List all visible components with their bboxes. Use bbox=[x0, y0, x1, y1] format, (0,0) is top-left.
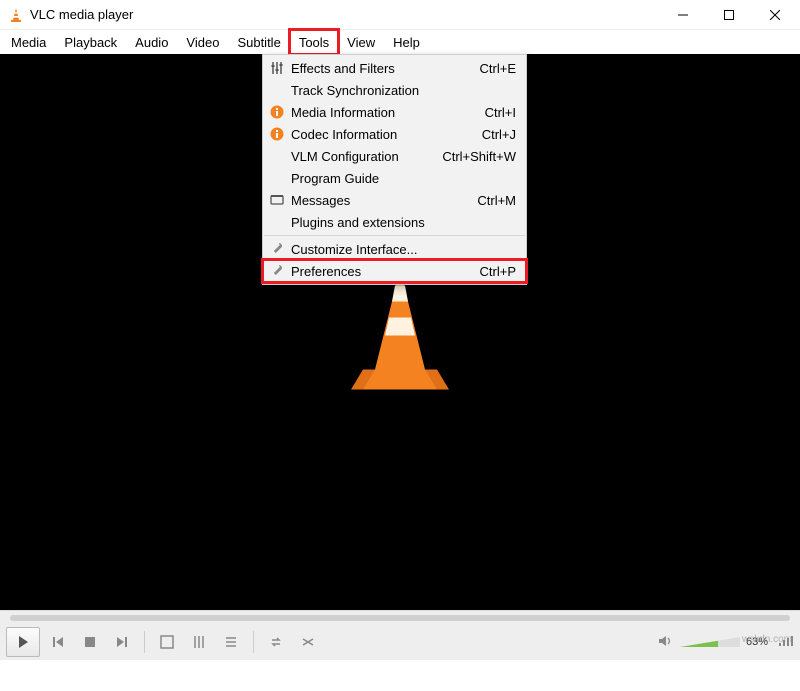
shuffle-button[interactable] bbox=[294, 629, 322, 655]
menu-label: Preferences bbox=[291, 264, 468, 279]
menu-label: VLM Configuration bbox=[291, 149, 430, 164]
menu-video[interactable]: Video bbox=[177, 30, 228, 54]
menu-help[interactable]: Help bbox=[384, 30, 429, 54]
menu-label: Media Information bbox=[291, 105, 473, 120]
extended-settings-button[interactable] bbox=[185, 629, 213, 655]
wrench-icon bbox=[263, 264, 291, 278]
tools-customize-interface[interactable]: Customize Interface... bbox=[263, 238, 526, 260]
sliders-icon bbox=[263, 61, 291, 75]
info-icon bbox=[263, 105, 291, 119]
stop-button[interactable] bbox=[76, 629, 104, 655]
maximize-button[interactable] bbox=[706, 0, 752, 30]
menu-separator bbox=[264, 235, 525, 236]
menu-label: Effects and Filters bbox=[291, 61, 468, 76]
volume-slider[interactable] bbox=[680, 635, 740, 649]
tools-vlm-config[interactable]: VLM Configuration Ctrl+Shift+W bbox=[263, 145, 526, 167]
mute-icon[interactable] bbox=[658, 634, 674, 651]
seekbar-area bbox=[0, 610, 800, 624]
menu-shortcut: Ctrl+I bbox=[473, 105, 516, 120]
menu-media[interactable]: Media bbox=[2, 30, 55, 54]
vlc-logo bbox=[345, 266, 455, 399]
tools-codec-info[interactable]: Codec Information Ctrl+J bbox=[263, 123, 526, 145]
messages-icon bbox=[263, 193, 291, 207]
tools-preferences[interactable]: Preferences Ctrl+P bbox=[263, 260, 526, 282]
tools-plugins[interactable]: Plugins and extensions bbox=[263, 211, 526, 233]
info-icon bbox=[263, 127, 291, 141]
next-button[interactable] bbox=[108, 629, 136, 655]
tools-effects-filters[interactable]: Effects and Filters Ctrl+E bbox=[263, 57, 526, 79]
menu-label: Codec Information bbox=[291, 127, 470, 142]
menu-label: Customize Interface... bbox=[291, 242, 504, 257]
tools-dropdown: Effects and Filters Ctrl+E Track Synchro… bbox=[262, 54, 527, 285]
divider bbox=[253, 631, 254, 653]
menu-shortcut: Ctrl+P bbox=[468, 264, 516, 279]
watermark: wskdn.com bbox=[742, 634, 792, 645]
window-title: VLC media player bbox=[30, 7, 133, 22]
menu-playback[interactable]: Playback bbox=[55, 30, 126, 54]
tools-media-info[interactable]: Media Information Ctrl+I bbox=[263, 101, 526, 123]
menu-shortcut: Ctrl+M bbox=[465, 193, 516, 208]
play-button[interactable] bbox=[6, 627, 40, 657]
close-button[interactable] bbox=[752, 0, 798, 30]
vlc-cone-icon bbox=[8, 7, 24, 23]
menu-label: Plugins and extensions bbox=[291, 215, 504, 230]
seek-slider[interactable] bbox=[10, 615, 790, 621]
menu-shortcut: Ctrl+E bbox=[468, 61, 516, 76]
titlebar: VLC media player bbox=[0, 0, 800, 30]
menu-shortcut: Ctrl+Shift+W bbox=[430, 149, 516, 164]
tools-messages[interactable]: Messages Ctrl+M bbox=[263, 189, 526, 211]
menu-label: Messages bbox=[291, 193, 465, 208]
previous-button[interactable] bbox=[44, 629, 72, 655]
menubar: Media Playback Audio Video Subtitle Tool… bbox=[0, 30, 800, 54]
menu-audio[interactable]: Audio bbox=[126, 30, 177, 54]
fullscreen-button[interactable] bbox=[153, 629, 181, 655]
minimize-button[interactable] bbox=[660, 0, 706, 30]
menu-label: Program Guide bbox=[291, 171, 504, 186]
menu-label: Track Synchronization bbox=[291, 83, 504, 98]
control-bar: 63% bbox=[0, 624, 800, 660]
divider bbox=[144, 631, 145, 653]
menu-tools[interactable]: Tools bbox=[290, 30, 338, 54]
tools-program-guide[interactable]: Program Guide bbox=[263, 167, 526, 189]
loop-button[interactable] bbox=[262, 629, 290, 655]
menu-view[interactable]: View bbox=[338, 30, 384, 54]
menu-subtitle[interactable]: Subtitle bbox=[228, 30, 289, 54]
tools-track-sync[interactable]: Track Synchronization bbox=[263, 79, 526, 101]
menu-shortcut: Ctrl+J bbox=[470, 127, 516, 142]
wrench-icon bbox=[263, 242, 291, 256]
playlist-button[interactable] bbox=[217, 629, 245, 655]
